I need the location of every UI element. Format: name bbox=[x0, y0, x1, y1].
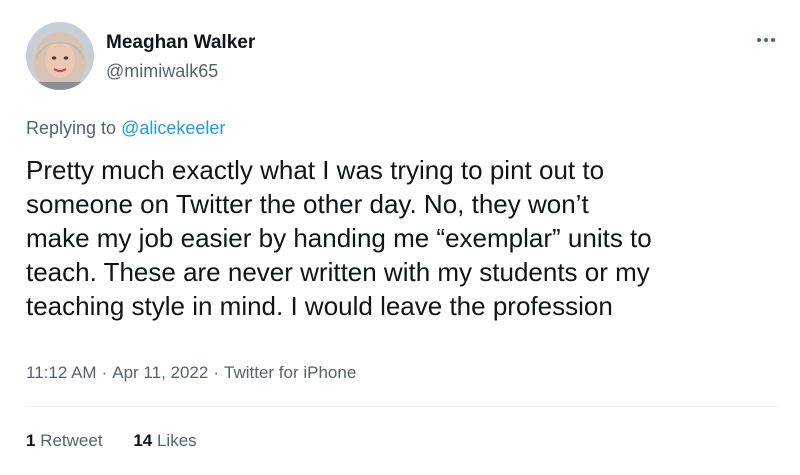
tweet-source[interactable]: Twitter for iPhone bbox=[224, 363, 356, 382]
tweet-text-line: Pretty much exactly what I was trying to… bbox=[26, 155, 605, 185]
meta-separator: · bbox=[101, 363, 108, 382]
more-button[interactable] bbox=[752, 30, 780, 50]
retweets-count: 1 bbox=[26, 431, 36, 450]
tweet-text-line: teaching style in mind. I would leave th… bbox=[26, 291, 613, 321]
tweet-text: Pretty much exactly what I was trying to… bbox=[26, 153, 786, 323]
tweet: Meaghan Walker @mimiwalk65 Replying to @… bbox=[0, 0, 800, 475]
tweet-meta: 11:12 AM · Apr 11, 2022 · Twitter for iPhone bbox=[26, 362, 356, 384]
tweet-date[interactable]: Apr 11, 2022 bbox=[112, 363, 208, 382]
replying-to-label: Replying to bbox=[26, 118, 122, 138]
avatar-image bbox=[26, 22, 94, 90]
user-handle[interactable]: @mimiwalk65 bbox=[106, 60, 218, 82]
replying-to-link[interactable]: @alicekeeler bbox=[121, 118, 225, 138]
divider bbox=[26, 406, 780, 407]
more-horizontal-icon bbox=[757, 38, 775, 42]
user-name[interactable]: Meaghan Walker bbox=[106, 32, 255, 54]
tweet-time[interactable]: 11:12 AM bbox=[26, 363, 97, 382]
replying-to: Replying to @alicekeeler bbox=[26, 117, 225, 139]
likes-label: Likes bbox=[156, 431, 197, 450]
likes-count: 14 bbox=[133, 431, 153, 450]
tweet-text-line: teach. These are never written with my s… bbox=[26, 257, 650, 287]
meta-separator: · bbox=[213, 363, 220, 382]
retweets-stat[interactable]: 1 Retweet bbox=[26, 430, 103, 452]
avatar[interactable] bbox=[26, 22, 94, 90]
tweet-text-line: someone on Twitter the other day. No, th… bbox=[26, 189, 589, 219]
tweet-stats: 1 Retweet 14 Likes bbox=[26, 430, 223, 452]
retweets-label: Retweet bbox=[40, 431, 103, 450]
tweet-text-line: make my job easier by handing me “exempl… bbox=[26, 223, 652, 253]
likes-stat[interactable]: 14 Likes bbox=[133, 430, 196, 452]
